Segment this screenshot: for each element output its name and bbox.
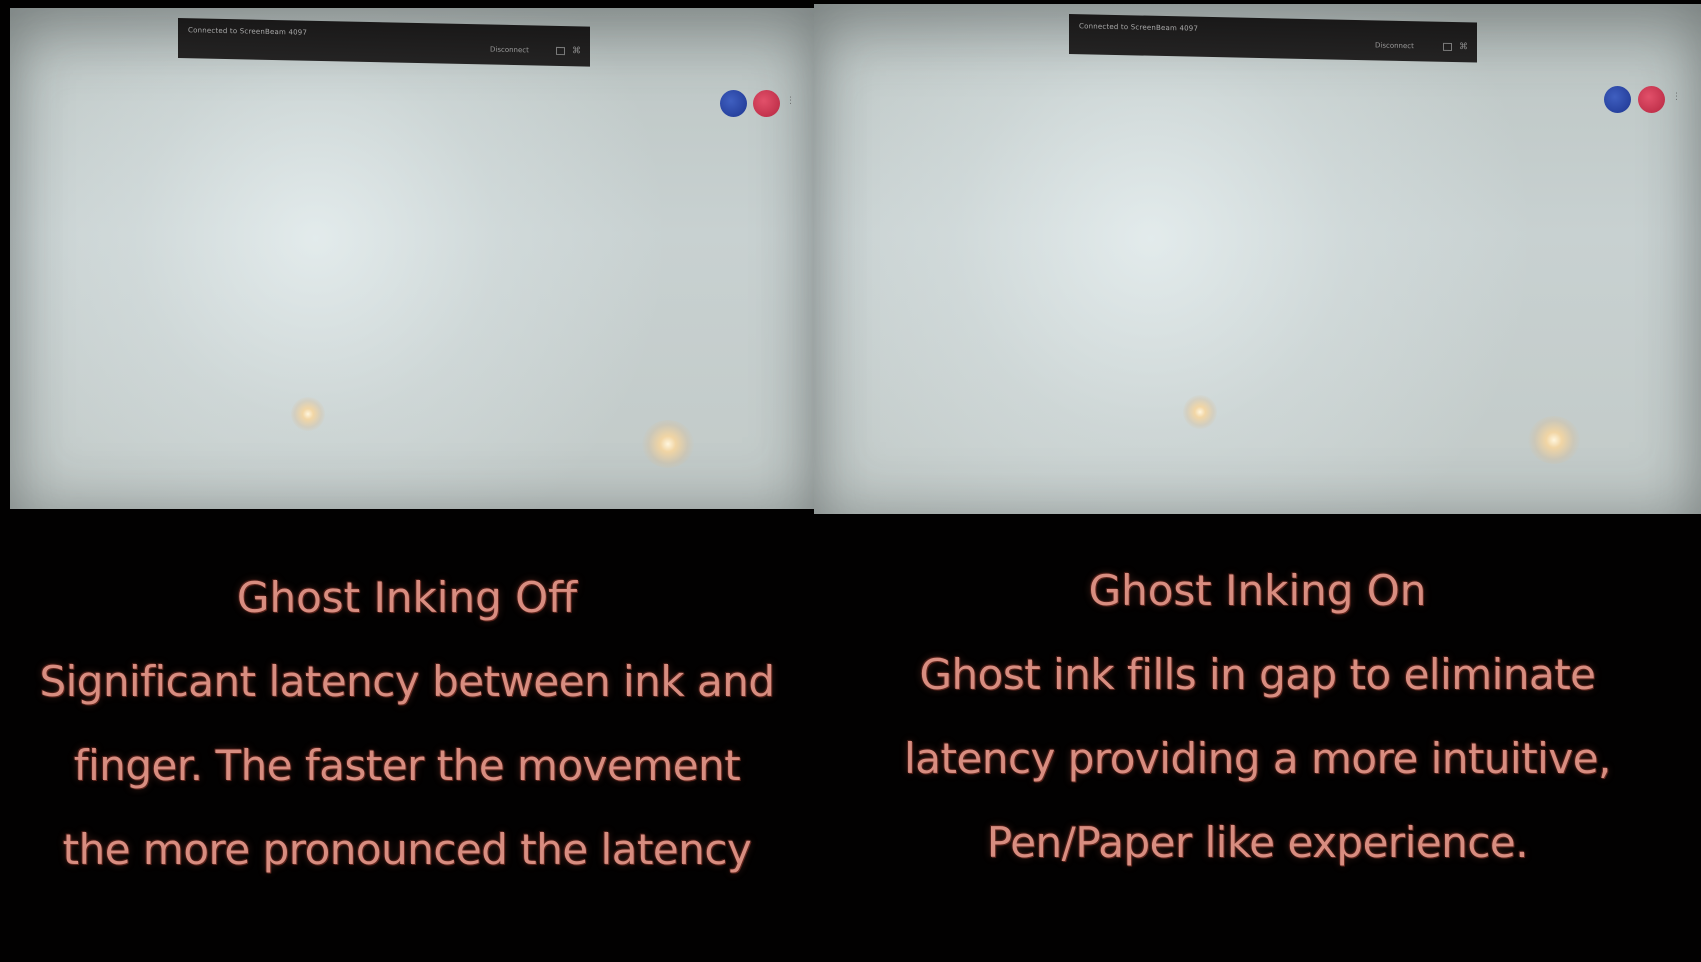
right-video-panel: Connected to ScreenBeam 4097 Disconnect … — [814, 0, 1701, 962]
pin-icon[interactable]: ⌘ — [572, 46, 581, 56]
caption-title: Ghost Inking Off — [236, 573, 578, 622]
screen-capture: Connected to ScreenBeam 4097 Disconnect … — [814, 4, 1701, 514]
minimize-icon[interactable] — [556, 46, 565, 56]
blue-ink-button[interactable] — [1604, 86, 1631, 113]
red-ink-button[interactable] — [753, 90, 780, 117]
caption-line: latency providing a more intuitive, — [904, 734, 1611, 783]
left-video-panel: Connected to ScreenBeam 4097 Disconnect … — [0, 0, 814, 962]
light-glare — [1183, 395, 1217, 429]
connection-bar: Connected to ScreenBeam 4097 Disconnect … — [1069, 14, 1477, 63]
more-icon[interactable]: ⋮ — [1672, 92, 1681, 102]
screen-capture: Connected to ScreenBeam 4097 Disconnect … — [10, 8, 814, 509]
caption-block: Ghost Inking Off Significant latency bet… — [0, 556, 814, 892]
caption-block: Ghost Inking On Ghost ink fills in gap t… — [814, 549, 1701, 885]
blue-ink-button[interactable] — [720, 90, 747, 117]
caption-title: Ghost Inking On — [1088, 566, 1427, 615]
caption-line: Significant latency between ink and — [39, 657, 775, 706]
pin-icon[interactable]: ⌘ — [1459, 42, 1468, 52]
connection-status-text: Connected to ScreenBeam 4097 — [1079, 22, 1199, 33]
minimize-icon[interactable] — [1443, 42, 1452, 52]
more-icon[interactable]: ⋮ — [786, 96, 795, 106]
light-glare — [642, 420, 694, 468]
caption-line: the more pronounced the latency — [62, 825, 752, 874]
caption-line: Pen/Paper like experience. — [986, 818, 1529, 867]
connection-status-text: Connected to ScreenBeam 4097 — [188, 26, 308, 37]
connection-bar: Connected to ScreenBeam 4097 Disconnect … — [178, 18, 590, 67]
caption-line: Ghost ink fills in gap to eliminate — [919, 650, 1596, 699]
red-ink-button[interactable] — [1638, 86, 1665, 113]
light-glare — [291, 397, 325, 431]
light-glare — [1528, 416, 1580, 464]
disconnect-button[interactable]: Disconnect — [1375, 41, 1414, 50]
disconnect-button[interactable]: Disconnect — [490, 46, 529, 55]
caption-line: finger. The faster the movement — [73, 741, 741, 790]
